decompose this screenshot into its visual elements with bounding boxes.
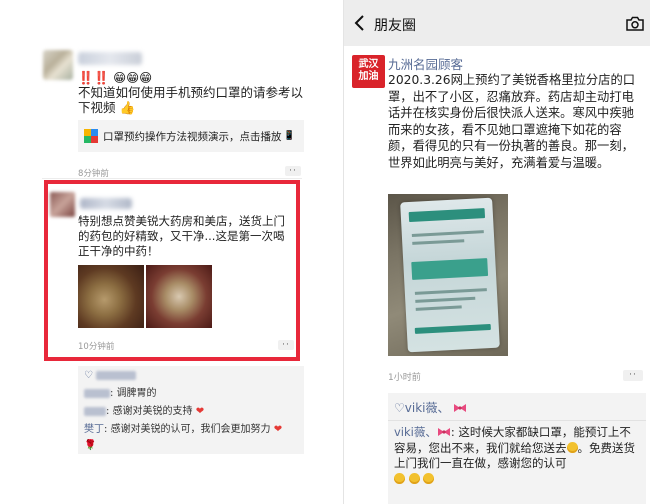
post-time: 10分钟前 — [78, 342, 115, 352]
thumbs-up-icon: 👍 — [119, 100, 136, 115]
mask-package-photo[interactable] — [388, 194, 508, 356]
avatar[interactable] — [43, 50, 73, 80]
rose-icon: 🌹 — [84, 440, 97, 451]
more-options-button[interactable]: ·· — [278, 340, 294, 350]
left-screenshot-panel: ‼️‼️ 😁😁😁 不知道如何使用手机预约口罩的请参考以下视频 👍 口罩预约操作方… — [30, 0, 312, 504]
comment-item[interactable]: : 调脾胃的 — [84, 387, 157, 400]
comment-item[interactable]: : 感谢对美锐的支持 ❤ — [84, 405, 204, 418]
right-screenshot-panel: 朋友圈 武汉加油 九洲名园顾客 2020.3.26网上预约了美锐香格里拉分店的口… — [343, 0, 650, 504]
phone-icon: 📱 — [283, 131, 295, 141]
blurred-username[interactable] — [78, 52, 142, 65]
post-time: 1小时前 — [388, 373, 421, 383]
camera-icon[interactable] — [626, 16, 644, 31]
blurred-username[interactable] — [96, 370, 137, 380]
emoji-icon — [408, 472, 420, 484]
alert-marks: ‼️‼️ — [78, 70, 110, 85]
medicine-pack-photo[interactable] — [78, 265, 144, 328]
smile-emoji-icon — [566, 441, 578, 453]
medicine-pack-photo[interactable] — [146, 265, 212, 328]
comment-item[interactable]: 樊丁: 感谢对美锐的认可，我们会更加努力 ❤ — [84, 423, 282, 436]
blurred-username[interactable] — [84, 406, 106, 416]
mask-package — [400, 197, 500, 353]
likes-row: ♡ — [84, 369, 137, 382]
emoji-icon — [394, 472, 405, 484]
post-text: ‼️‼️ 😁😁😁 不知道如何使用手机预约口罩的请参考以下视频 👍 — [78, 70, 304, 115]
blurred-username[interactable] — [84, 388, 110, 398]
avatar[interactable] — [50, 192, 75, 217]
avatar[interactable]: 武汉加油 — [352, 55, 385, 88]
comments-section: ♡ : 调脾胃的 : 感谢对美锐的支持 ❤ 樊丁: 感谢对美锐的认可，我们会更加… — [78, 366, 304, 454]
likes-row: ♡viki薇、 — [388, 393, 646, 420]
more-options-button[interactable]: ·· — [285, 166, 301, 176]
nav-bar: 朋友圈 — [344, 0, 650, 46]
heart-icon: ♡ — [84, 370, 93, 381]
bow-icon — [437, 428, 450, 436]
heart-icon: ❤ — [273, 424, 283, 435]
emoji-icon: 😁😁😁 — [113, 70, 153, 85]
poster-name[interactable]: 九洲名园顾客 — [388, 54, 463, 73]
blurred-username[interactable] — [80, 198, 132, 209]
app-cube-icon — [84, 129, 98, 143]
emoji-icon — [423, 472, 435, 484]
heart-icon: ❤ — [195, 406, 205, 417]
chevron-left-icon[interactable] — [352, 14, 368, 32]
divider — [42, 178, 302, 179]
shared-video-card[interactable]: 口罩预约操作方法视频演示，点击播放 📱 — [78, 120, 304, 152]
comment-item[interactable]: viki薇、 : 这时候大家都缺口罩，能预订上不容易，您出不来，我们就给您送去。… — [388, 421, 646, 504]
post-text: 特别想点赞美锐大药房和美店，送货上门的药包的好精致，又干净...这是第一次喝正干… — [78, 214, 285, 258]
bow-icon — [454, 404, 467, 412]
post-text: 2020.3.26网上预约了美锐香格里拉分店的口罩，出不了小区，忍痛放弃。药店却… — [388, 73, 636, 170]
more-options-button[interactable]: ·· — [623, 370, 643, 381]
page-title: 朋友圈 — [374, 18, 416, 34]
